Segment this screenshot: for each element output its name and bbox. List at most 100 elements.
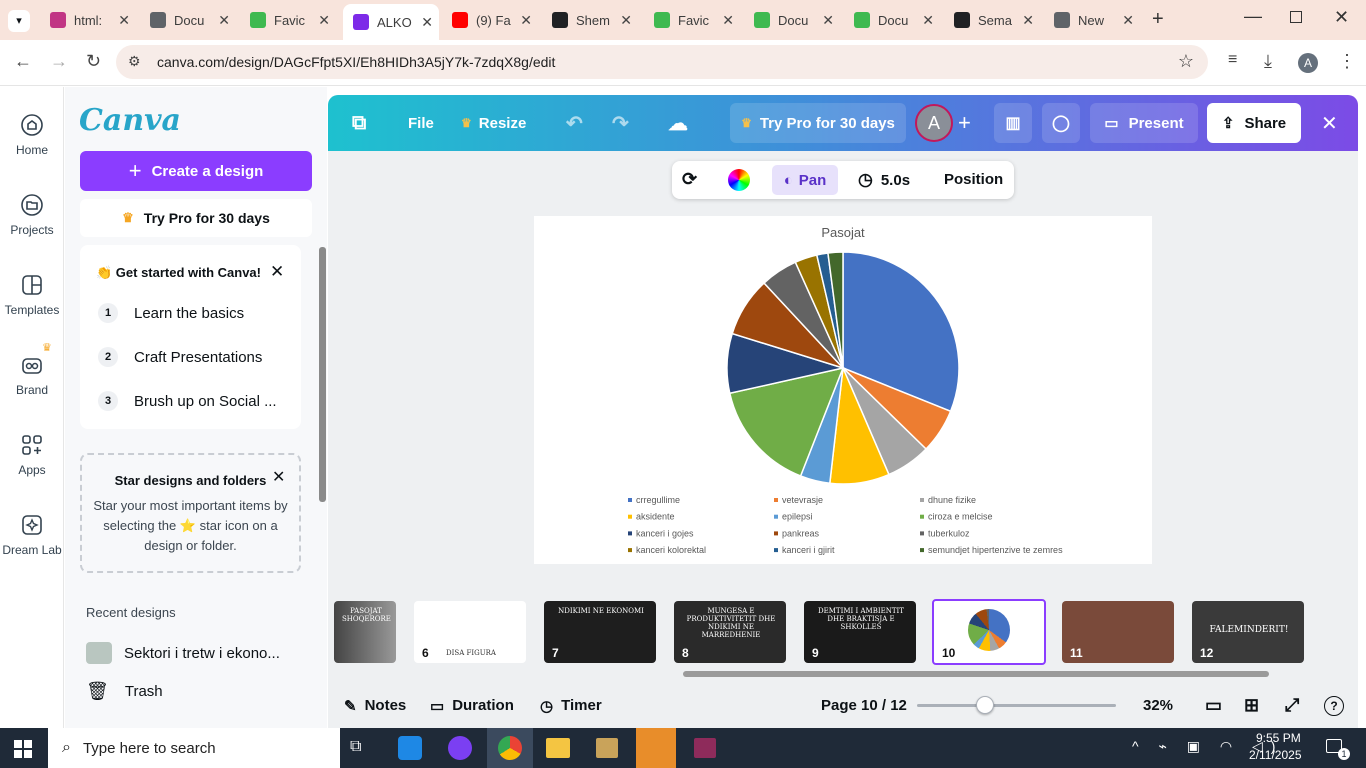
rail-item-home[interactable]: Home bbox=[0, 113, 64, 157]
rail-item-templates[interactable]: Templates bbox=[0, 273, 64, 317]
tab-close-icon[interactable]: ✕ bbox=[318, 12, 330, 29]
page-thumbnail[interactable]: 11 bbox=[1062, 601, 1174, 663]
browser-tab-active[interactable]: ALKO ✕ bbox=[343, 4, 439, 40]
insights-button[interactable]: ▥ bbox=[994, 103, 1032, 143]
browser-tab[interactable]: New ✕ bbox=[1044, 6, 1140, 34]
cloud-sync-icon[interactable]: ☁ bbox=[668, 95, 688, 151]
page-thumbnail-selected[interactable]: 10 bbox=[932, 599, 1046, 665]
add-animation-icon[interactable]: ⟳ bbox=[682, 169, 697, 190]
address-bar[interactable]: ⚙ canva.com/design/DAGcFfpt5XI/Eh8HIDh3A… bbox=[116, 45, 1208, 79]
close-window-icon[interactable]: ✕ bbox=[1334, 7, 1349, 28]
zoom-level[interactable]: 32% bbox=[1143, 683, 1173, 728]
help-icon[interactable]: ? bbox=[1324, 683, 1344, 728]
download-icon[interactable]: ⤓ bbox=[1264, 51, 1272, 72]
reload-icon[interactable]: ↻ bbox=[86, 51, 101, 72]
github-icon[interactable] bbox=[448, 736, 472, 760]
comments-button[interactable]: ◯ bbox=[1042, 103, 1080, 143]
trash-item[interactable]: 🗑 Trash bbox=[86, 681, 163, 702]
add-collaborator-icon[interactable]: + bbox=[958, 95, 971, 151]
page-thumbnail[interactable]: MUNGESA E PRODUKTIVITETIT DHE NDIKIMI NE… bbox=[674, 601, 786, 663]
tab-close-icon[interactable]: ✕ bbox=[722, 12, 734, 29]
chrome-icon[interactable] bbox=[487, 728, 533, 768]
task-view-icon[interactable]: ⧉ bbox=[350, 738, 361, 756]
site-info-icon[interactable]: ⚙ bbox=[128, 53, 141, 70]
tab-close-icon[interactable]: ✕ bbox=[620, 12, 632, 29]
tab-close-icon[interactable]: ✕ bbox=[421, 14, 433, 31]
forward-icon[interactable]: → bbox=[50, 51, 68, 72]
close-editor-icon[interactable]: ✕ bbox=[1321, 95, 1338, 151]
url-text[interactable]: canva.com/design/DAGcFfpt5XI/Eh8HIDh3A5j… bbox=[157, 54, 555, 70]
page-thumbnail[interactable]: FALEMINDERIT! 12 bbox=[1192, 601, 1304, 663]
clock-time[interactable]: 9:55 PM bbox=[1256, 731, 1301, 745]
share-button[interactable]: ⇪ Share bbox=[1207, 103, 1301, 143]
canva-logo[interactable]: Canva bbox=[79, 103, 181, 138]
timer-button[interactable]: ◷ Timer bbox=[540, 683, 602, 728]
resize-button[interactable]: ♛ Resize bbox=[461, 95, 526, 151]
rail-item-dreamlab[interactable]: Dream Lab bbox=[0, 513, 64, 557]
page-thumbnail[interactable]: DISA FIGURA 6 bbox=[414, 601, 526, 663]
winrar-icon[interactable] bbox=[694, 738, 716, 758]
new-tab-icon[interactable]: + bbox=[1152, 8, 1164, 31]
tab-search-icon[interactable]: ▾ bbox=[8, 10, 30, 32]
color-wheel-icon[interactable] bbox=[728, 169, 750, 191]
step-item[interactable]: 1 Learn the basics bbox=[98, 303, 244, 323]
tab-close-icon[interactable]: ✕ bbox=[118, 12, 130, 29]
browser-menu-icon[interactable]: ⋮ bbox=[1338, 51, 1356, 72]
browser-tab[interactable]: Docu ✕ bbox=[844, 6, 940, 34]
fullscreen-icon[interactable]: ⤢ bbox=[1285, 683, 1299, 728]
close-icon[interactable]: ✕ bbox=[272, 467, 285, 487]
restore-icon[interactable] bbox=[1290, 11, 1302, 23]
grid-view-icon[interactable]: ⊞ bbox=[1244, 683, 1259, 728]
rail-item-brand[interactable]: Brand ♛ bbox=[0, 342, 64, 397]
tab-close-icon[interactable]: ✕ bbox=[922, 12, 934, 29]
current-slide[interactable]: Pasojat crregullime vetevrasje dhune fizik… bbox=[534, 216, 1152, 564]
bookmark-star-icon[interactable]: ☆ bbox=[1178, 51, 1194, 72]
pan-button[interactable]: ◐ Pan bbox=[772, 165, 838, 195]
media-control-icon[interactable]: ≡ bbox=[1228, 51, 1237, 69]
rail-item-apps[interactable]: Apps bbox=[0, 433, 64, 477]
file-menu[interactable]: File bbox=[408, 95, 434, 151]
zoom-slider-knob[interactable] bbox=[975, 696, 994, 714]
thumbnails-scrollbar[interactable] bbox=[683, 671, 1269, 677]
tab-close-icon[interactable]: ✕ bbox=[1022, 12, 1034, 29]
browser-tab[interactable]: Favic ✕ bbox=[644, 6, 740, 34]
user-avatar[interactable]: A bbox=[915, 104, 953, 142]
browser-tab[interactable]: html: ✕ bbox=[40, 6, 136, 34]
tab-close-icon[interactable]: ✕ bbox=[520, 12, 532, 29]
rail-item-projects[interactable]: Projects bbox=[0, 193, 64, 237]
close-icon[interactable]: ✕ bbox=[270, 262, 284, 282]
create-design-button[interactable]: + Create a design bbox=[80, 151, 312, 191]
tab-close-icon[interactable]: ✕ bbox=[822, 12, 834, 29]
profile-avatar[interactable]: A bbox=[1298, 53, 1318, 73]
file-explorer-icon[interactable] bbox=[546, 738, 570, 758]
redo-icon[interactable]: ↷ bbox=[612, 95, 629, 151]
vscode-icon[interactable] bbox=[398, 736, 422, 760]
page-thumbnail[interactable]: NDIKIMI NE EKONOMI 7 bbox=[544, 601, 656, 663]
timing-button[interactable]: ◷ 5.0s bbox=[858, 165, 910, 195]
page-view-icon[interactable]: ▭ bbox=[1205, 683, 1222, 728]
page-indicator[interactable]: Page 10 / 12 bbox=[821, 683, 907, 728]
browser-tab[interactable]: (9) Fa ✕ bbox=[442, 6, 538, 34]
step-item[interactable]: 3 Brush up on Social ... bbox=[98, 391, 277, 411]
browser-tab[interactable]: Sema ✕ bbox=[944, 6, 1040, 34]
minimize-icon[interactable]: — bbox=[1244, 6, 1262, 27]
zoom-slider[interactable] bbox=[917, 696, 1116, 714]
start-icon[interactable] bbox=[14, 740, 32, 758]
recent-design-item[interactable]: Sektori i tretw i ekono... bbox=[86, 641, 316, 665]
undo-icon[interactable]: ↶ bbox=[566, 95, 583, 151]
page-thumbnail[interactable]: DEMTIMI I AMBIENTIT DHE BRAKTISJA E SHKO… bbox=[804, 601, 916, 663]
present-button[interactable]: ▭ Present bbox=[1090, 103, 1198, 143]
browser-tab[interactable]: Shem ✕ bbox=[542, 6, 638, 34]
browser-tab[interactable]: Docu ✕ bbox=[140, 6, 236, 34]
clock-date[interactable]: 2/11/2025 bbox=[1249, 748, 1302, 762]
page-thumbnail[interactable]: PASOJAT SHOQERORE bbox=[334, 601, 396, 663]
try-pro-topbar-button[interactable]: ♛ Try Pro for 30 days bbox=[730, 103, 906, 143]
duration-button[interactable]: ▭ Duration bbox=[430, 683, 514, 728]
tab-close-icon[interactable]: ✕ bbox=[1122, 12, 1134, 29]
app-icon[interactable] bbox=[596, 738, 618, 758]
browser-tab[interactable]: Docu ✕ bbox=[744, 6, 840, 34]
notes-button[interactable]: ✎ Notes bbox=[344, 683, 406, 728]
paint-icon[interactable] bbox=[636, 728, 676, 768]
tab-close-icon[interactable]: ✕ bbox=[218, 12, 230, 29]
try-pro-button[interactable]: ♛ Try Pro for 30 days bbox=[80, 199, 312, 237]
